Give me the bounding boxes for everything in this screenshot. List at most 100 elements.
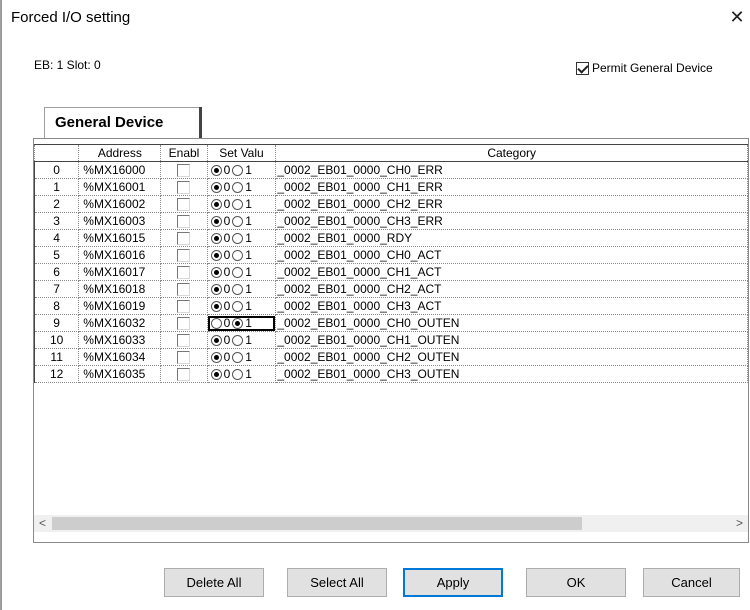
set-value-radio-group: 01: [208, 265, 275, 280]
enable-checkbox[interactable]: [177, 181, 191, 195]
header-address[interactable]: Address: [78, 144, 162, 162]
enable-checkbox[interactable]: [177, 300, 191, 314]
table-row[interactable]: 6 %MX16017 0 1 _0002_EB01_0000_CH1_ACT: [34, 263, 748, 281]
radio-label-1: 1: [245, 163, 252, 177]
radio-0[interactable]: [210, 300, 222, 312]
radio-0[interactable]: [210, 317, 222, 329]
category-cell: _0002_EB01_0000_CH2_OUTEN: [275, 348, 748, 366]
enable-checkbox[interactable]: [177, 283, 191, 297]
radio-0[interactable]: [210, 334, 222, 346]
radio-1[interactable]: [232, 368, 244, 380]
set-value-cell: 01: [206, 178, 277, 196]
table-row[interactable]: 3 %MX16003 0 1 _0002_EB01_0000_CH3_ERR: [34, 212, 748, 230]
category-cell: _0002_EB01_0000_CH0_ERR: [275, 161, 748, 179]
radio-label-0: 0: [223, 214, 231, 228]
radio-1[interactable]: [232, 215, 244, 227]
window-title: Forced I/O setting: [11, 9, 131, 26]
scroll-thumb[interactable]: [52, 517, 582, 530]
header-enable[interactable]: Enabl: [160, 144, 208, 162]
table-row[interactable]: 9 %MX16032 0 1 _0002_EB01_0000_CH0_OUTEN: [34, 314, 748, 332]
enable-cell: [160, 229, 208, 247]
table-row[interactable]: 12 %MX16035 0 1 _0002_EB01_0000_CH3_OUTEN: [34, 365, 748, 383]
radio-1[interactable]: [232, 334, 244, 346]
horizontal-scrollbar[interactable]: < >: [34, 515, 748, 532]
enable-checkbox[interactable]: [177, 164, 191, 178]
radio-0[interactable]: [210, 181, 222, 193]
row-index: 10: [34, 331, 80, 349]
radio-1[interactable]: [232, 232, 244, 244]
row-index: 6: [34, 263, 80, 281]
enable-cell: [160, 246, 208, 264]
radio-0[interactable]: [210, 351, 222, 363]
scroll-right-icon[interactable]: >: [731, 515, 748, 532]
header-set-value[interactable]: Set Valu: [206, 144, 277, 162]
category-cell: _0002_EB01_0000_CH1_OUTEN: [275, 331, 748, 349]
radio-1[interactable]: [232, 181, 244, 193]
scroll-left-icon[interactable]: <: [34, 515, 51, 532]
set-value-radio-group: 01: [208, 299, 275, 314]
radio-1[interactable]: [232, 249, 244, 261]
table-row[interactable]: 11 %MX16034 0 1 _0002_EB01_0000_CH2_OUTEN: [34, 348, 748, 366]
table-row[interactable]: 2 %MX16002 0 1 _0002_EB01_0000_CH2_ERR: [34, 195, 748, 213]
table-row[interactable]: 4 %MX16015 0 1 _0002_EB01_0000_RDY: [34, 229, 748, 247]
radio-1[interactable]: [232, 266, 244, 278]
enable-checkbox[interactable]: [177, 368, 191, 382]
header-category[interactable]: Category: [275, 144, 748, 162]
enable-checkbox[interactable]: [177, 266, 191, 280]
radio-0[interactable]: [210, 232, 222, 244]
radio-1[interactable]: [232, 164, 244, 176]
enable-checkbox[interactable]: [177, 232, 191, 246]
set-value-cell: 01: [206, 263, 277, 281]
checkbox-icon[interactable]: [576, 61, 589, 75]
enable-checkbox[interactable]: [177, 351, 191, 365]
row-index: 4: [34, 229, 80, 247]
radio-1[interactable]: [232, 283, 244, 295]
select-all-button[interactable]: Select All: [287, 568, 387, 597]
radio-0[interactable]: [210, 283, 222, 295]
enable-checkbox[interactable]: [177, 198, 191, 212]
radio-1[interactable]: [232, 300, 244, 312]
tab-general-device[interactable]: General Device: [44, 107, 200, 139]
radio-0[interactable]: [210, 215, 222, 227]
set-value-cell: 01: [206, 212, 277, 230]
enable-cell: [160, 263, 208, 281]
permit-general-device-checkbox[interactable]: Permit General Device: [576, 61, 713, 75]
ok-button[interactable]: OK: [526, 568, 626, 597]
set-value-radio-group: 01: [208, 333, 275, 348]
table-row[interactable]: 8 %MX16019 0 1 _0002_EB01_0000_CH3_ACT: [34, 297, 748, 315]
radio-0[interactable]: [210, 164, 222, 176]
radio-1[interactable]: [232, 317, 244, 329]
radio-1[interactable]: [232, 351, 244, 363]
window-left-border: [0, 0, 2, 610]
radio-0[interactable]: [210, 266, 222, 278]
table-row[interactable]: 0 %MX16000 0 1 _0002_EB01_0000_CH0_ERR: [34, 161, 748, 179]
enable-checkbox[interactable]: [177, 249, 191, 263]
radio-label-0: 0: [223, 282, 231, 296]
radio-label-0: 0: [223, 367, 231, 381]
delete-all-button[interactable]: Delete All: [164, 568, 264, 597]
radio-1[interactable]: [232, 198, 244, 210]
eb-slot-label: EB: 1 Slot: 0: [34, 58, 101, 72]
set-value-radio-group: 01: [208, 350, 275, 365]
radio-0[interactable]: [210, 198, 222, 210]
table-row[interactable]: 10 %MX16033 0 1 _0002_EB01_0000_CH1_OUTEN: [34, 331, 748, 349]
header-index: [34, 144, 80, 162]
radio-0[interactable]: [210, 249, 222, 261]
enable-checkbox[interactable]: [177, 317, 191, 331]
row-index: 12: [34, 365, 80, 383]
table-row[interactable]: 7 %MX16018 0 1 _0002_EB01_0000_CH2_ACT: [34, 280, 748, 298]
enable-checkbox[interactable]: [177, 215, 191, 229]
address-cell: %MX16019: [78, 297, 162, 315]
cancel-button[interactable]: Cancel: [643, 568, 740, 597]
table-row[interactable]: 1 %MX16001 0 1 _0002_EB01_0000_CH1_ERR: [34, 178, 748, 196]
address-cell: %MX16034: [78, 348, 162, 366]
enable-checkbox[interactable]: [177, 334, 191, 348]
category-cell: _0002_EB01_0000_CH1_ERR: [275, 178, 748, 196]
close-icon[interactable]: ✕: [728, 6, 746, 28]
set-value-cell: 01: [206, 229, 277, 247]
radio-label-1: 1: [245, 350, 252, 364]
table-row[interactable]: 5 %MX16016 0 1 _0002_EB01_0000_CH0_ACT: [34, 246, 748, 264]
apply-button[interactable]: Apply: [403, 568, 503, 597]
set-value-cell: 01: [206, 365, 277, 383]
radio-0[interactable]: [210, 368, 222, 380]
